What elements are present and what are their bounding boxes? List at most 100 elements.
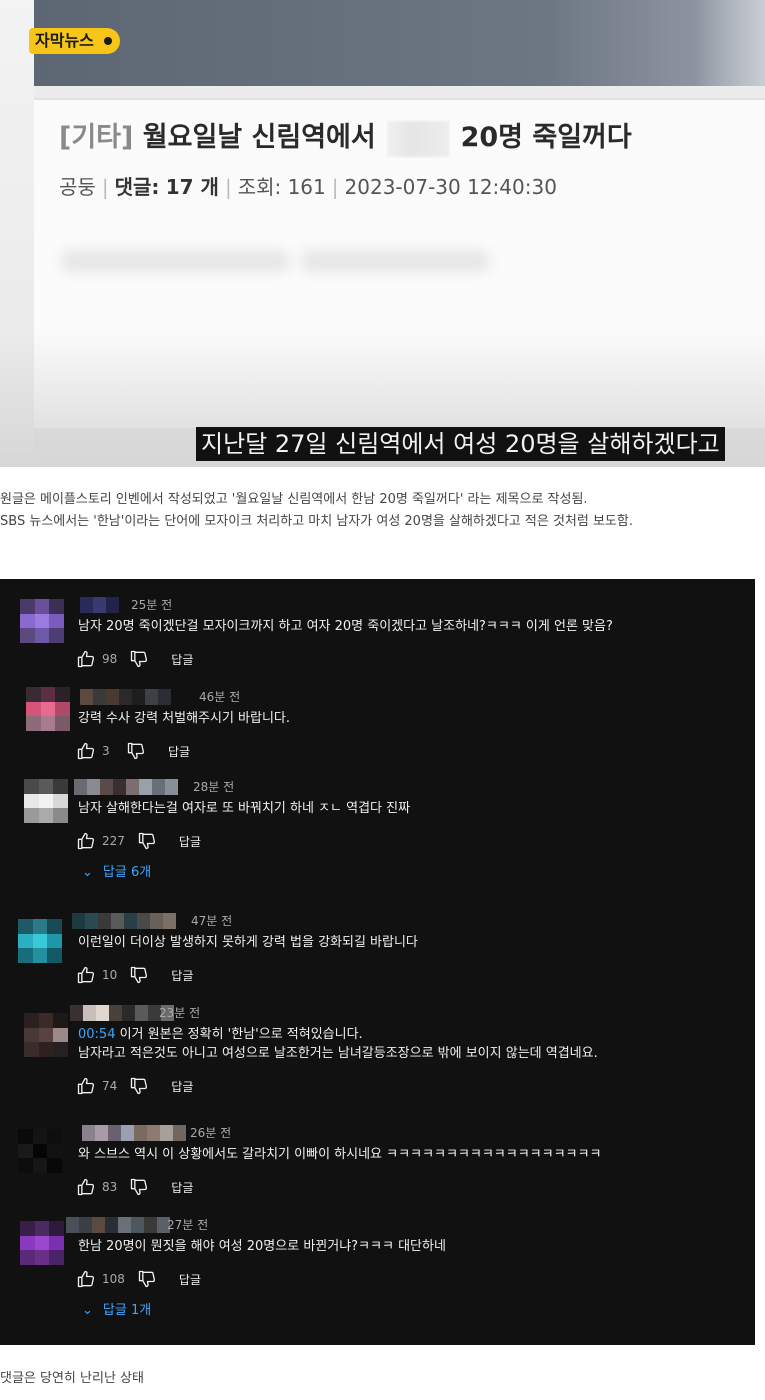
- avatar-mosaic-cell: [55, 716, 70, 731]
- post-title: [기타] 월요일날 신림역에서 20명 죽일꺼다: [59, 118, 632, 158]
- replies-count-label: 답글 1개: [102, 1303, 152, 1318]
- thumbs-down-icon[interactable]: [137, 1269, 157, 1289]
- avatar-mosaic-cell: [49, 1250, 64, 1265]
- post-category: [기타]: [59, 122, 134, 153]
- thumbs-up-icon[interactable]: [76, 649, 96, 669]
- name-mosaic-cell: [131, 1217, 144, 1233]
- comment-time[interactable]: 23분 전: [159, 1005, 200, 1021]
- reply-button[interactable]: 답글: [171, 1078, 193, 1095]
- commenter-name-mosaic[interactable]: [80, 689, 171, 705]
- thumbs-down-icon[interactable]: [129, 965, 149, 985]
- reply-button[interactable]: 답글: [171, 651, 193, 668]
- name-mosaic-cell: [87, 779, 100, 795]
- reply-button[interactable]: 답글: [179, 833, 201, 850]
- thumbs-down-icon[interactable]: [129, 649, 149, 669]
- comment-actions: 74 답글: [76, 1075, 193, 1097]
- name-mosaic-cell: [165, 779, 178, 795]
- name-mosaic-cell: [113, 779, 126, 795]
- thumbs-up-icon[interactable]: [76, 1269, 96, 1289]
- thumbs-up-icon[interactable]: [76, 831, 96, 851]
- name-mosaic-cell: [80, 689, 93, 705]
- thumbs-down-icon[interactable]: [129, 1076, 149, 1096]
- avatar-mosaic-cell: [53, 808, 68, 823]
- post-datetime: 2023-07-30 12:40:30: [344, 175, 557, 199]
- comment-time[interactable]: 25분 전: [131, 597, 172, 613]
- comment-time[interactable]: 27분 전: [167, 1217, 208, 1233]
- post-author: 공둥: [59, 175, 96, 199]
- comment-actions: 83 답글: [76, 1176, 193, 1198]
- name-mosaic-cell: [145, 689, 158, 705]
- show-replies-button[interactable]: ⌄ 답글 1개: [82, 1302, 151, 1320]
- like-count: 10: [102, 968, 118, 982]
- like-count: 3: [102, 744, 110, 758]
- commenter-avatar[interactable]: [20, 599, 64, 643]
- avatar-mosaic-cell: [18, 1143, 33, 1159]
- name-mosaic-cell: [66, 1217, 79, 1233]
- reply-button[interactable]: 답글: [168, 743, 190, 760]
- name-mosaic-cell: [108, 1125, 121, 1141]
- comment-item: 28분 전 남자 살해한다는걸 여자로 또 바꿔치기 하네 ㅈㄴ 역겹다 진짜 22…: [0, 779, 755, 882]
- name-mosaic-cell: [150, 913, 163, 929]
- commenter-avatar[interactable]: [18, 1129, 62, 1173]
- avatar-mosaic-cell: [18, 933, 33, 949]
- avatar-mosaic-cell: [55, 701, 70, 717]
- name-mosaic-cell: [163, 913, 176, 929]
- chevron-down-icon: ⌄: [82, 865, 93, 880]
- comment-time[interactable]: 28분 전: [193, 779, 234, 795]
- name-mosaic-cell: [74, 779, 87, 795]
- commenter-name-mosaic[interactable]: [82, 1125, 186, 1141]
- thumbs-up-icon[interactable]: [76, 741, 96, 761]
- commenter-avatar[interactable]: [24, 779, 68, 823]
- avatar-mosaic-cell: [32, 919, 48, 934]
- thumbs-up-icon[interactable]: [76, 1076, 96, 1096]
- reply-button[interactable]: 답글: [171, 1179, 193, 1196]
- thumbs-down-icon[interactable]: [126, 741, 146, 761]
- avatar-mosaic-cell: [34, 1235, 50, 1251]
- name-mosaic-cell: [83, 1005, 96, 1021]
- news-badge: 자막뉴스: [29, 28, 120, 54]
- youtube-comments-panel: 25분 전남자 20명 죽이겠단걸 모자이크까지 하고 여자 20명 죽이겠다고…: [0, 579, 755, 1345]
- commenter-name-mosaic[interactable]: [80, 597, 119, 613]
- blurred-content: [60, 250, 290, 272]
- comment-text-rest: 이거 원본은 정확히 '한남'으로 적혀있습니다.: [115, 1027, 363, 1042]
- thumbs-down-icon[interactable]: [137, 831, 157, 851]
- avatar-mosaic-cell: [32, 1158, 48, 1173]
- commenter-name-mosaic[interactable]: [72, 913, 176, 929]
- post-comments-label: 댓글:: [114, 175, 160, 199]
- video-timestamp-link[interactable]: 00:54: [78, 1027, 115, 1042]
- show-replies-button[interactable]: ⌄ 답글 6개: [82, 864, 151, 882]
- comment-time[interactable]: 26분 전: [190, 1125, 231, 1141]
- name-mosaic-cell: [72, 913, 85, 929]
- name-mosaic-cell: [98, 913, 111, 929]
- comment-text: 한남 20명이 뭔짓을 해야 여성 20명으로 바뀐거냐?ㅋㅋㅋ 대단하네: [78, 1239, 446, 1254]
- commenter-avatar[interactable]: [26, 687, 70, 731]
- avatar-mosaic-cell: [47, 1143, 62, 1159]
- commenter-avatar[interactable]: [20, 1221, 64, 1265]
- comment-text: 남자라고 적은것도 아니고 여성으로 날조한거는 남녀갈등조장으로 밖에 보이지…: [78, 1046, 598, 1061]
- name-mosaic-cell: [158, 689, 171, 705]
- avatar-mosaic-cell: [24, 1042, 39, 1057]
- thumbs-down-icon[interactable]: [129, 1177, 149, 1197]
- avatar-mosaic-cell: [49, 613, 64, 629]
- avatar-mosaic-cell: [20, 613, 35, 629]
- avatar-mosaic-cell: [34, 599, 50, 614]
- avatar-mosaic-cell: [49, 1221, 64, 1236]
- commenter-avatar[interactable]: [18, 919, 62, 963]
- meta-separator: |: [331, 175, 339, 199]
- avatar-mosaic-cell: [26, 687, 41, 702]
- reply-button[interactable]: 답글: [179, 1271, 201, 1288]
- caption-line-2: SBS 뉴스에서는 '한남'이라는 단어에 모자이크 처리하고 마치 남자가 여…: [0, 514, 633, 529]
- comment-time[interactable]: 46분 전: [199, 689, 240, 705]
- comment-text: 남자 20명 죽이겠단걸 모자이크까지 하고 여자 20명 죽이겠다고 날조하네…: [78, 619, 613, 634]
- name-mosaic-cell: [95, 1125, 108, 1141]
- comment-time[interactable]: 47분 전: [191, 913, 232, 929]
- commenter-name-mosaic[interactable]: [74, 779, 178, 795]
- name-mosaic-cell: [126, 779, 139, 795]
- reply-button[interactable]: 답글: [171, 967, 193, 984]
- thumbs-up-icon[interactable]: [76, 1177, 96, 1197]
- commenter-avatar[interactable]: [24, 1013, 68, 1057]
- name-mosaic-cell: [135, 1005, 148, 1021]
- thumbs-up-icon[interactable]: [76, 965, 96, 985]
- commenter-name-mosaic[interactable]: [66, 1217, 170, 1233]
- comment-actions: 227 답글: [76, 830, 201, 852]
